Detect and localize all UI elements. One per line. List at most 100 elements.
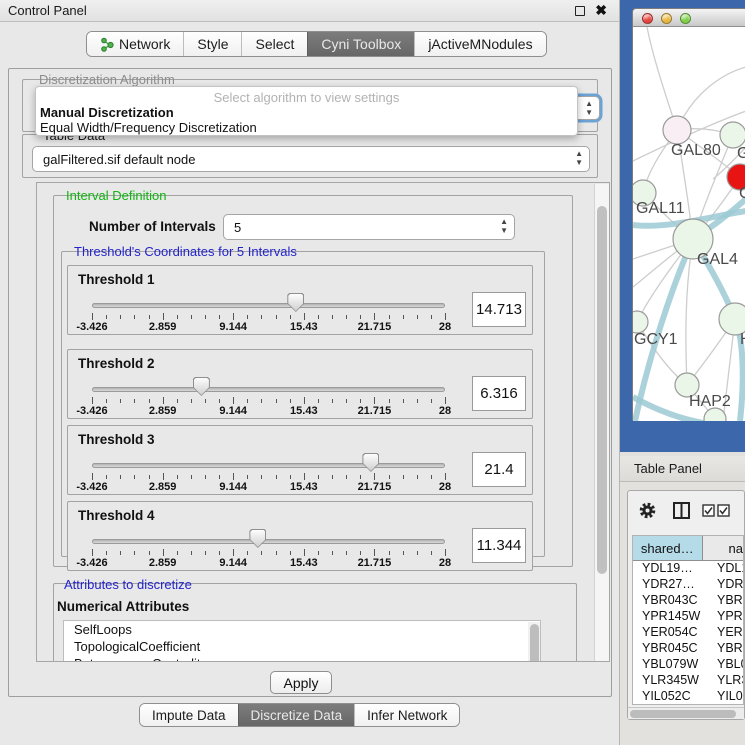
- slider-tick-label: 21.715: [358, 321, 392, 333]
- cell-name: YDR2: [711, 577, 743, 593]
- attributes-scrollbar-thumb[interactable]: [530, 624, 539, 662]
- slider-tick-label: 28: [439, 481, 451, 493]
- tab-infer-network[interactable]: Infer Network: [354, 704, 459, 726]
- attribute-list-item[interactable]: TopologicalCoefficient: [64, 638, 540, 655]
- settings-scrollbar[interactable]: [594, 184, 609, 661]
- table-row[interactable]: YDL19…YDL1: [633, 561, 743, 577]
- slider-ticks: [92, 313, 445, 321]
- attributes-scrollbar[interactable]: [528, 622, 541, 662]
- table-header-row: shared… na: [633, 536, 743, 561]
- slider-tick-label: 15.43: [290, 557, 318, 569]
- table-row[interactable]: YER054CYER0: [633, 625, 743, 641]
- tab-label: jActiveMNodules: [428, 36, 532, 52]
- gear-icon[interactable]: [638, 501, 657, 520]
- threshold-slider-thumb[interactable]: [249, 529, 266, 548]
- column-header-name[interactable]: na: [703, 536, 743, 560]
- tab-label: Select: [255, 36, 294, 52]
- tab-style[interactable]: Style: [183, 32, 241, 56]
- table-horizontal-scrollbar[interactable]: [628, 707, 744, 719]
- table-row[interactable]: YPR145WYPR1: [633, 609, 743, 625]
- panel-title: Control Panel: [8, 3, 87, 18]
- tab-label: Infer Network: [367, 708, 447, 723]
- tab-select[interactable]: Select: [241, 32, 307, 56]
- slider-tick-label: 21.715: [358, 557, 392, 569]
- network-node[interactable]: [663, 116, 691, 144]
- threshold-value-field[interactable]: 11.344: [472, 528, 526, 563]
- network-node-label: GAL4: [697, 251, 738, 268]
- network-node-label: H: [740, 331, 745, 348]
- dropdown-option-manual-discretization[interactable]: Manual Discretization: [40, 105, 174, 120]
- table-row[interactable]: YBR043CYBR0: [633, 593, 743, 609]
- slider-tick-label: 2.859: [149, 557, 177, 569]
- table-data-combobox[interactable]: galFiltered.sif default node ▲▼: [32, 146, 590, 172]
- dropdown-option-equal-width[interactable]: Equal Width/Frequency Discretization: [40, 120, 257, 135]
- table-row[interactable]: YDR27…YDR2: [633, 577, 743, 593]
- minimize-traffic-light-icon[interactable]: [661, 13, 672, 24]
- slider-tick-label: 9.144: [219, 557, 247, 569]
- slider-tick-label: 15.43: [290, 321, 318, 333]
- table-scrollbar-thumb[interactable]: [630, 710, 736, 718]
- checkbox-checked-icon[interactable]: [717, 504, 730, 517]
- close-traffic-light-icon[interactable]: [642, 13, 653, 24]
- threshold-value-field[interactable]: 14.713: [472, 292, 526, 327]
- threshold-slider-thumb[interactable]: [193, 377, 210, 396]
- slider-tick-label: 28: [439, 321, 451, 333]
- threshold-slider-track[interactable]: [92, 387, 445, 392]
- right-panel: GAL80GACGAL11GAL4HGCY1HAP2 Table Panel: [620, 0, 745, 745]
- attribute-list-item[interactable]: BetweennessCentrality: [64, 655, 540, 662]
- tab-network[interactable]: Network: [87, 32, 183, 56]
- threshold-value-field[interactable]: 21.4: [472, 452, 526, 487]
- threshold-slider-track[interactable]: [92, 463, 445, 468]
- slider-tick-label: -3.426: [76, 321, 107, 333]
- cell-name: YER0: [711, 625, 743, 641]
- cell-shared-name: YBL079W: [633, 657, 711, 673]
- cell-name: YLR3: [711, 673, 743, 689]
- settings-scroll-area: Interval Definition Number of Intervals …: [36, 182, 610, 662]
- split-columns-icon[interactable]: [672, 501, 691, 520]
- tab-cyni-toolbox[interactable]: Cyni Toolbox: [307, 32, 414, 56]
- control-panel-titlebar: Control Panel ✖: [0, 0, 619, 22]
- threshold-slider-thumb[interactable]: [287, 293, 304, 312]
- table-row[interactable]: YLR345WYLR3: [633, 673, 743, 689]
- settings-scrollbar-thumb[interactable]: [597, 206, 607, 574]
- table-data-value: galFiltered.sif default node: [43, 152, 195, 167]
- cell-name: YBR0: [711, 641, 743, 657]
- table-row[interactable]: YBR045CYBR0: [633, 641, 743, 657]
- network-window-titlebar[interactable]: [633, 9, 745, 27]
- threshold-value-field[interactable]: 6.316: [472, 376, 526, 411]
- tab-discretize-data[interactable]: Discretize Data: [238, 704, 355, 726]
- checkbox-checked-icon[interactable]: [702, 504, 715, 517]
- tab-label: Network: [119, 36, 170, 52]
- table-panel: Table Panel: [620, 452, 745, 745]
- apply-button[interactable]: Apply: [270, 671, 332, 694]
- slider-ticks: [92, 397, 445, 405]
- threshold-slider-thumb[interactable]: [362, 453, 379, 472]
- slider-tick-label: 2.859: [149, 405, 177, 417]
- cell-name: YBL0: [711, 657, 743, 673]
- network-node[interactable]: [633, 311, 648, 333]
- number-of-intervals-combobox[interactable]: 5 ▲▼: [223, 214, 515, 240]
- attribute-list-item[interactable]: SelfLoops: [64, 621, 540, 638]
- zoom-traffic-light-icon[interactable]: [680, 13, 691, 24]
- threshold-slider-track[interactable]: [92, 539, 445, 544]
- slider-tick-label: 21.715: [358, 481, 392, 493]
- float-window-icon[interactable]: [575, 6, 585, 16]
- cell-shared-name: YER054C: [633, 625, 711, 641]
- network-canvas[interactable]: GAL80GACGAL11GAL4HGCY1HAP2: [633, 27, 745, 421]
- number-of-intervals-value: 5: [234, 220, 241, 235]
- slider-tick-label: 15.43: [290, 405, 318, 417]
- tab-label: Cyni Toolbox: [321, 36, 401, 52]
- dropdown-hint: Select algorithm to view settings: [36, 90, 577, 105]
- close-icon[interactable]: ✖: [595, 2, 607, 19]
- threshold-title: Threshold 3: [78, 432, 155, 447]
- tab-impute-data[interactable]: Impute Data: [140, 704, 238, 726]
- threshold-title: Threshold 4: [78, 508, 155, 523]
- table-row[interactable]: YBL079WYBL0: [633, 657, 743, 673]
- tab-jactivemnodules[interactable]: jActiveMNodules: [414, 32, 545, 56]
- tab-label: Style: [197, 36, 228, 52]
- table-row[interactable]: YIL052CYIL0: [633, 689, 743, 705]
- threshold-3-group: Threshold 3-3.4262.8599.14415.4321.71528…: [67, 425, 533, 495]
- threshold-1-group: Threshold 1-3.4262.8599.14415.4321.71528…: [67, 265, 533, 335]
- column-header-shared-name[interactable]: shared…: [633, 536, 703, 560]
- threshold-slider-track[interactable]: [92, 303, 445, 308]
